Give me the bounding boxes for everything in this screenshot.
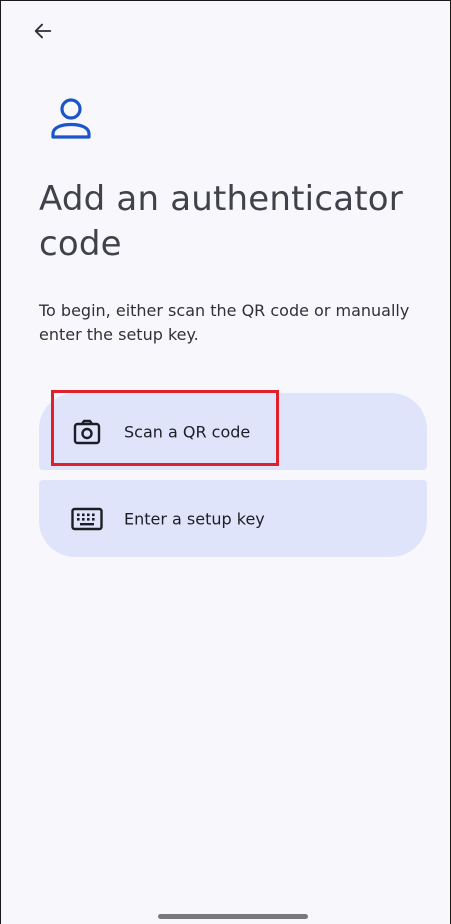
scan-qr-code-option[interactable]: Scan a QR code: [39, 393, 427, 470]
enter-setup-key-option[interactable]: Enter a setup key: [39, 480, 427, 557]
keyboard-icon: [71, 503, 103, 535]
page-title: Add an authenticator code: [39, 179, 403, 264]
page-subtitle: To begin, either scan the QR code or man…: [39, 301, 410, 344]
scan-qr-code-label: Scan a QR code: [124, 422, 251, 441]
account-icon: [51, 98, 91, 139]
arrow-left-icon: [34, 23, 52, 39]
back-button[interactable]: [25, 13, 61, 49]
screen: Add an authenticator code To begin, eith…: [0, 0, 451, 924]
home-indicator[interactable]: [158, 914, 308, 919]
enter-setup-key-label: Enter a setup key: [124, 509, 265, 528]
camera-icon: [71, 416, 103, 448]
